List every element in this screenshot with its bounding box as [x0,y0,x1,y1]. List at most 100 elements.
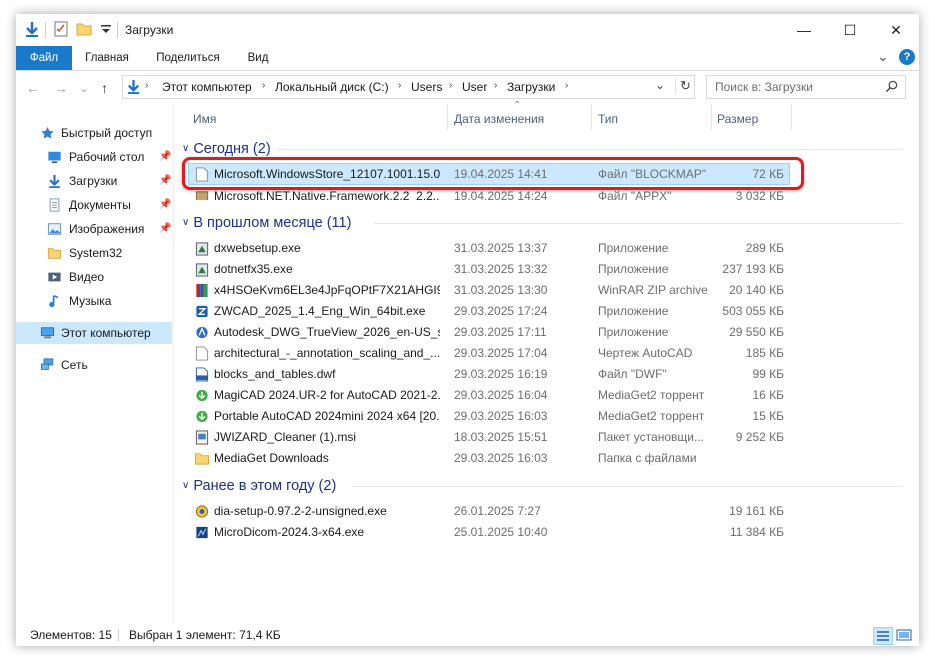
file-row[interactable]: dia-setup-0.97.2-2-unsigned.exe 26.01.20… [189,501,789,522]
minimize-button[interactable]: — [781,14,827,46]
column-separator[interactable] [591,104,592,130]
file-date: 29.03.2025 16:03 [454,451,548,465]
recent-locations-button[interactable]: ⌄ [79,82,88,95]
column-separator[interactable] [711,104,712,130]
column-header-date[interactable]: Дата изменения [454,108,544,130]
file-row[interactable]: MagiCAD 2024.UR-2 for AutoCAD 2021-2... … [189,385,789,406]
network-icon [40,358,54,370]
large-icons-view-icon[interactable] [895,627,913,643]
address-bar[interactable]: › Этот компьютер › Локальный диск (C:) ›… [122,75,695,99]
file-name: Autodesk_DWG_TrueView_2026_en-US_se... [214,325,440,339]
tab-home[interactable]: Главная [76,46,138,70]
pin-icon: 📌 [159,199,172,210]
nav-label: Музыка [69,294,112,308]
nav-network[interactable]: Сеть [40,354,170,376]
search-box[interactable]: Поиск в: Загрузки [706,75,906,99]
address-dropdown-button[interactable]: ⌄ [655,78,665,92]
file-size: 9 252 КБ [735,430,784,444]
quick-access-download-icon[interactable] [24,21,40,37]
file-size: 15 КБ [752,409,784,423]
tab-view[interactable]: Вид [238,46,278,70]
download-icon [49,174,60,188]
file-row[interactable]: x4HSOeKvm6EL3e4JpFqOPtF7X21AHGI9.... 31.… [189,280,789,301]
breadcrumb-local-disk[interactable]: Локальный диск (C:) [275,80,389,94]
nav-label: Быстрый доступ [61,126,153,140]
chevron-down-icon: ∨ [182,480,190,491]
sidebar-item-downloads[interactable]: Загрузки 📌 [47,170,172,192]
tab-file[interactable]: Файл [16,46,72,70]
file-date: 29.03.2025 16:04 [454,388,548,402]
search-icon[interactable] [885,80,898,93]
new-folder-icon[interactable] [76,21,92,37]
file-type: MediaGet2 торрент [598,388,705,402]
up-button[interactable]: ↑ [101,80,108,96]
file-type: Пакет установщи... [598,430,704,444]
group-header-last-month[interactable]: ∨ В прошлом месяце (11) [182,213,351,233]
breadcrumb-user[interactable]: User [462,80,487,94]
group-header-earlier-this-year[interactable]: ∨ Ранее в этом году (2) [182,476,336,496]
file-row[interactable]: dxwebsetup.exe 31.03.2025 13:37 Приложен… [189,238,789,259]
breadcrumb-separator: › [449,80,453,91]
file-row[interactable]: Portable AutoCAD 2024mini 2024 x64 [20..… [189,406,789,427]
pane-divider[interactable] [173,104,174,624]
file-row[interactable]: dotnetfx35.exe 31.03.2025 13:32 Приложен… [189,259,789,280]
sidebar-item-system32[interactable]: System32 [47,242,172,264]
nav-label: Загрузки [69,174,118,188]
forward-button[interactable]: → [54,80,68,96]
file-row[interactable]: MediaGet Downloads 29.03.2025 16:03 Папк… [189,448,789,469]
highlight-annotation [182,157,804,190]
nav-this-pc[interactable]: Этот компьютер [16,322,172,344]
file-row[interactable]: blocks_and_tables.dwf 29.03.2025 16:19 Ф… [189,364,789,385]
nav-quick-access[interactable]: Быстрый доступ [40,122,170,144]
file-date: 26.01.2025 7:27 [454,504,541,518]
file-row[interactable]: JWIZARD_Cleaner (1).msi 18.03.2025 15:51… [189,427,789,448]
details-view-icon[interactable] [873,627,893,645]
pin-icon: 📌 [159,223,172,234]
file-name: blocks_and_tables.dwf [214,367,336,381]
tab-share[interactable]: Поделиться [146,46,230,70]
group-divider [352,486,903,487]
file-row[interactable]: ZWCAD_2025_1.4_Eng_Win_64bit.exe 29.03.2… [189,301,789,322]
refresh-button[interactable]: ↻ [675,78,691,94]
sidebar-item-music[interactable]: Музыка [47,290,172,312]
pin-icon: 📌 [159,151,172,162]
file-row[interactable]: Autodesk_DWG_TrueView_2026_en-US_se... 2… [189,322,789,343]
column-header-type[interactable]: Тип [598,108,618,130]
column-separator[interactable] [447,104,448,130]
title-bar: Загрузки — ☐ ✕ [16,14,919,46]
file-date: 29.03.2025 17:11 [454,325,547,339]
breadcrumb-this-pc[interactable]: Этот компьютер [162,80,252,94]
file-type: Приложение [598,325,669,339]
zwcad-icon [196,305,208,318]
maximize-button[interactable]: ☐ [827,14,873,46]
file-date: 29.03.2025 16:19 [454,367,548,381]
breadcrumb-users[interactable]: Users [411,80,442,94]
help-button[interactable]: ? [899,49,915,65]
sidebar-item-video[interactable]: Видео [47,266,172,288]
group-header-today[interactable]: ∨ Сегодня (2) [182,139,271,159]
file-date: 31.03.2025 13:30 [454,283,548,297]
breadcrumb-downloads[interactable]: Загрузки [507,80,555,94]
back-button[interactable]: ← [26,80,40,96]
file-date: 29.03.2025 17:04 [454,346,548,360]
nav-label: System32 [69,246,123,260]
column-header-size[interactable]: Размер [717,108,758,130]
file-row[interactable]: architectural_-_annotation_scaling_and_.… [189,343,789,364]
group-title: В прошлом месяце (11) [193,215,352,231]
properties-icon[interactable] [53,21,69,37]
column-header-name[interactable]: Имя [193,108,216,130]
setup-exe-icon [195,242,209,256]
sidebar-item-desktop[interactable]: Рабочий стол 📌 [47,146,172,168]
sidebar-item-documents[interactable]: Документы 📌 [47,194,172,216]
desktop-icon [48,151,61,164]
file-type: WinRAR ZIP archive [598,283,708,297]
sidebar-item-pictures[interactable]: Изображения 📌 [47,218,172,240]
column-separator[interactable] [791,104,792,130]
customize-toolbar-icon[interactable] [98,21,114,37]
title-separator [45,22,46,38]
close-button[interactable]: ✕ [873,14,919,46]
expand-ribbon-button[interactable]: ⌄ [877,48,889,65]
nav-label: Документы [69,198,131,212]
file-date: 29.03.2025 16:03 [454,409,548,423]
file-row[interactable]: MicroDicom-2024.3-x64.exe 25.01.2025 10:… [189,522,789,543]
